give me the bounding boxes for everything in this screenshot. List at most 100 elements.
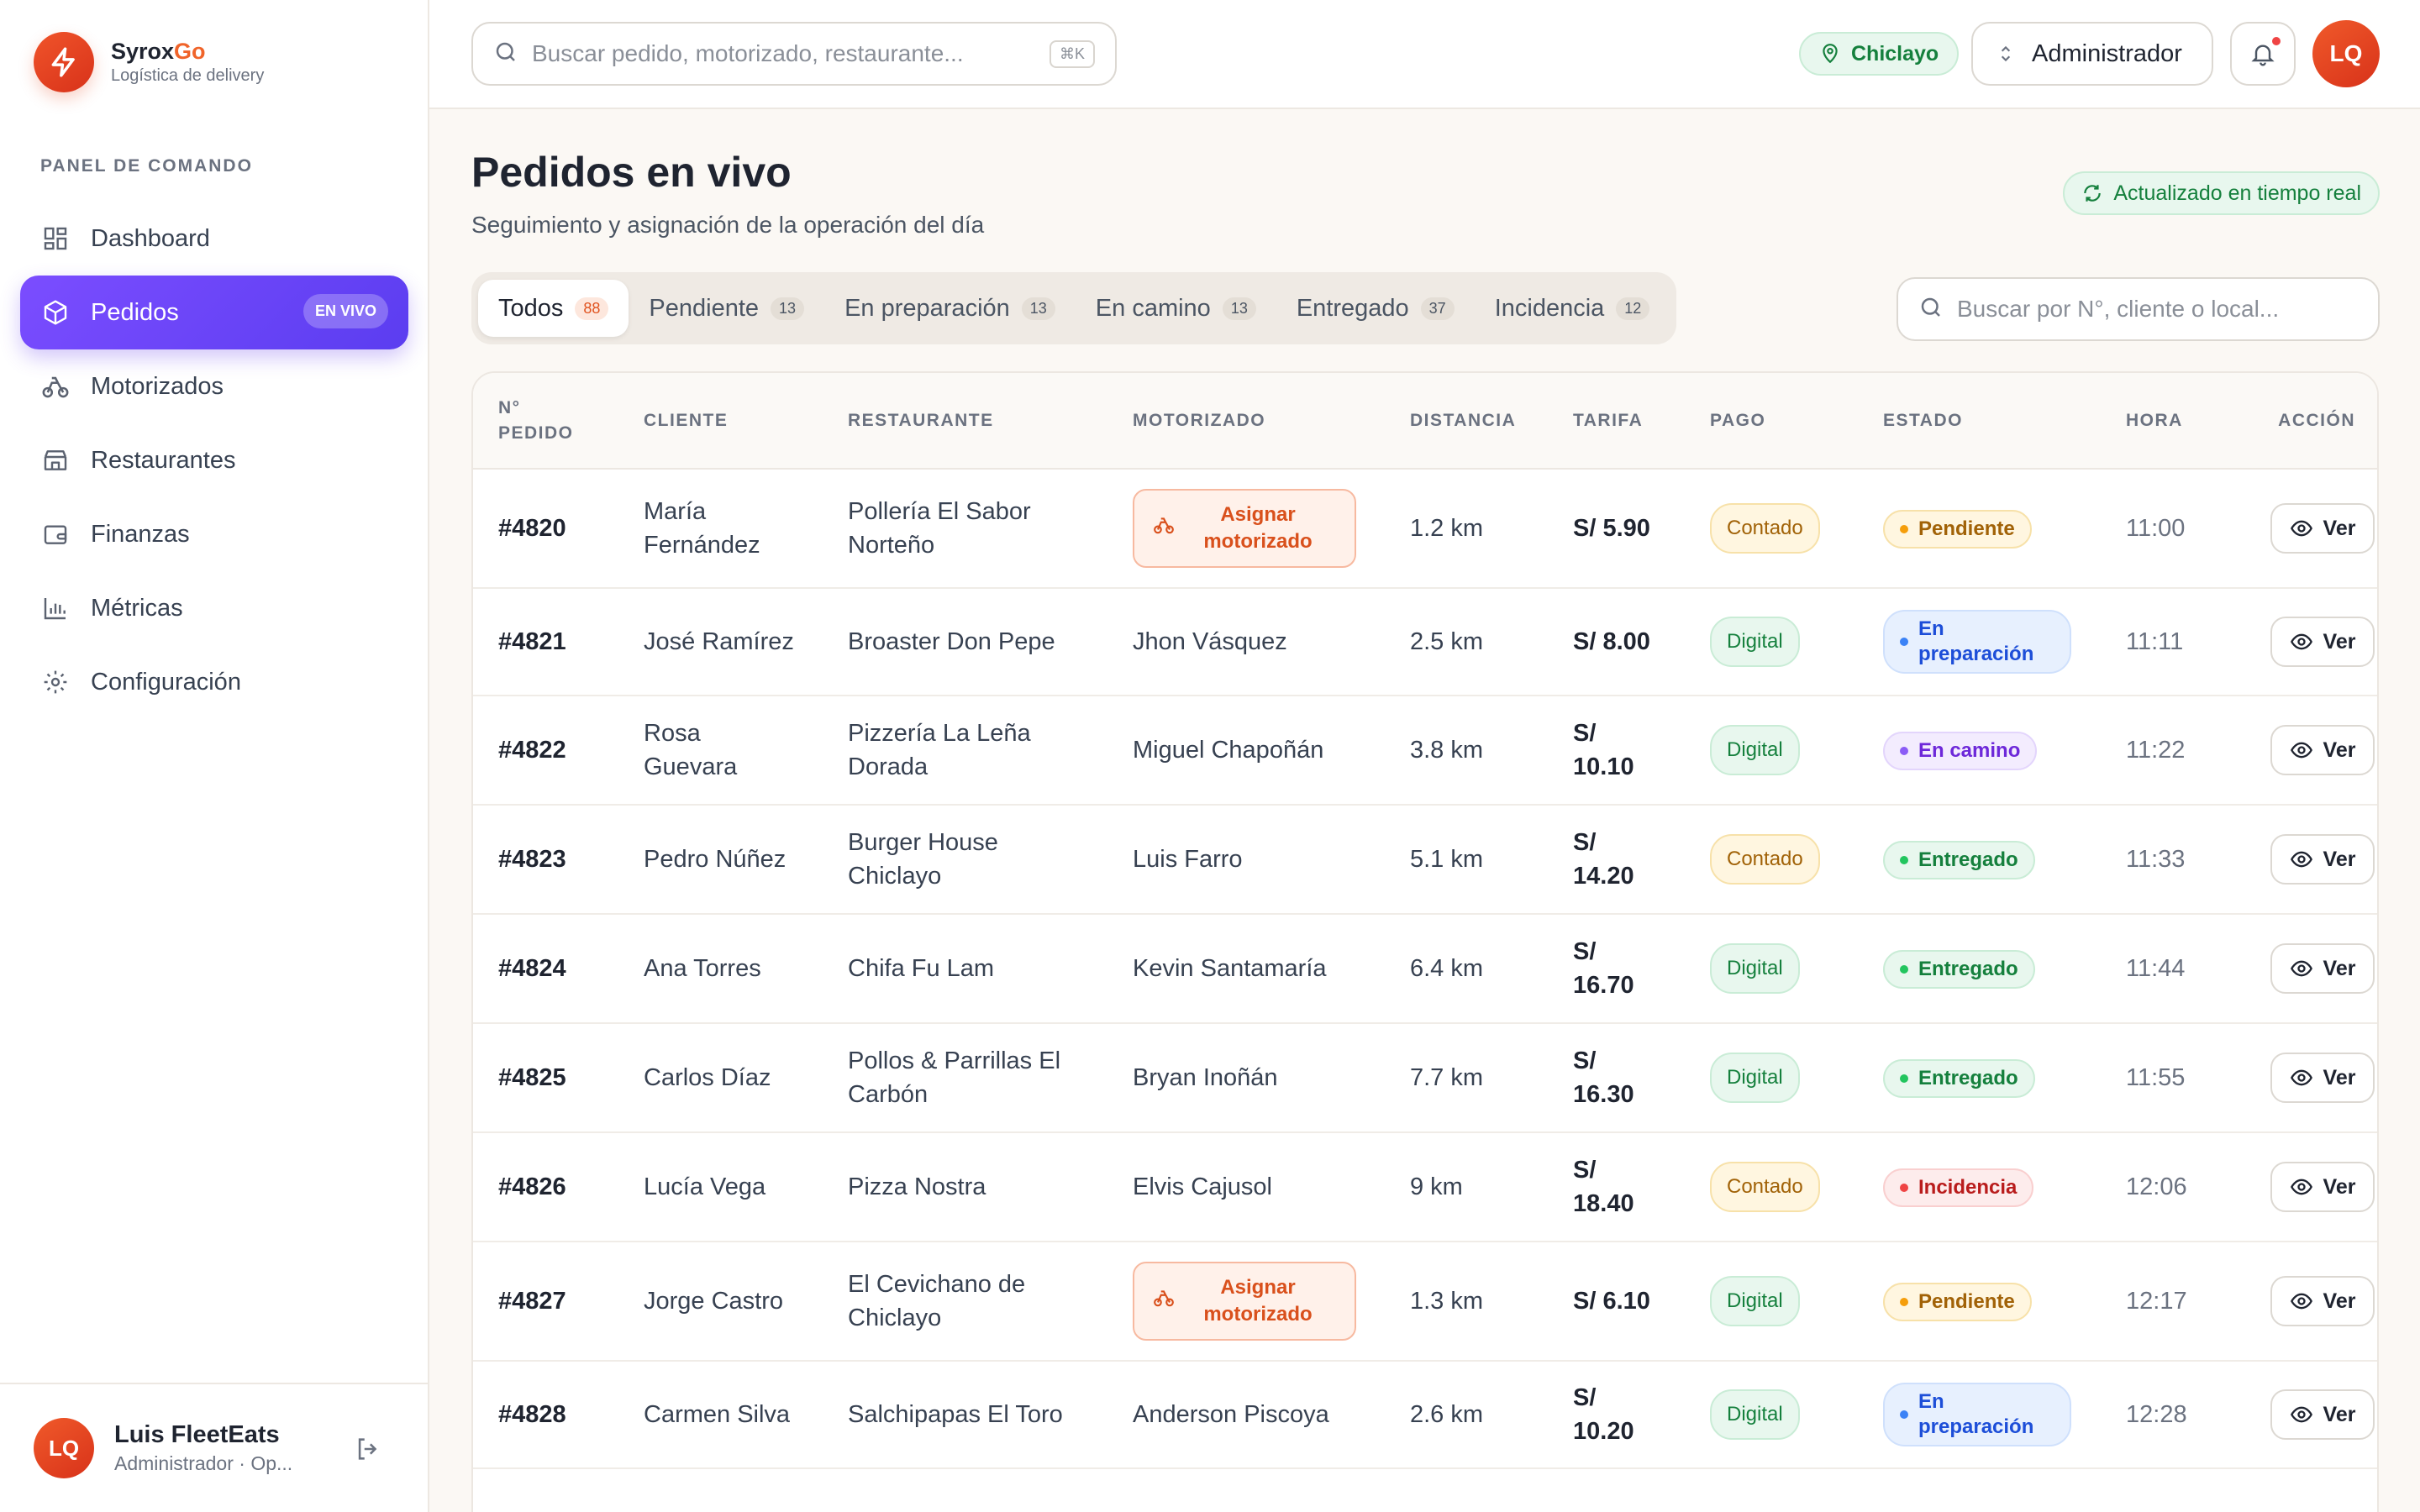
notification-dot — [2270, 35, 2282, 47]
view-order-button[interactable]: Ver — [2270, 503, 2375, 554]
eye-icon — [2290, 520, 2312, 537]
view-order-button[interactable]: Ver — [2270, 943, 2375, 994]
notifications-button[interactable] — [2230, 22, 2296, 86]
tab-en-camino[interactable]: En camino 13 — [1076, 280, 1276, 337]
grid-icon — [40, 223, 71, 254]
avatar[interactable]: LQ — [2312, 20, 2380, 87]
sidebar-item-dashboard[interactable]: Dashboard — [20, 202, 408, 276]
refresh-icon — [2084, 185, 2102, 202]
order-number: #4827 — [473, 1242, 618, 1362]
tab-count: 13 — [1222, 297, 1256, 320]
orders-search[interactable] — [1897, 277, 2380, 341]
status-cell: Entregado — [1858, 914, 2101, 1024]
main-content: ⌘K Chiclayo Administrador LQ Pedidos en … — [429, 0, 2420, 1512]
view-order-button[interactable]: Ver — [2270, 1389, 2375, 1440]
restaurant-name: Pizza Nostra — [823, 1132, 1107, 1242]
table-row[interactable]: #4827 Jorge Castro El Cevichano de Chiclay… — [473, 1242, 2377, 1362]
rider-cell: Asignar motorizado — [1107, 1242, 1385, 1362]
view-label: Ver — [2323, 738, 2356, 762]
assign-rider-button[interactable]: Asignar motorizado — [1133, 489, 1356, 568]
payment-badge: Contado — [1710, 834, 1820, 885]
fare: S/ 5.90 — [1548, 469, 1685, 589]
distance: 7.7 km — [1385, 1023, 1548, 1133]
tab-pendiente[interactable]: Pendiente 13 — [629, 280, 824, 337]
global-search-input[interactable] — [532, 40, 1050, 67]
orders-search-input[interactable] — [1957, 296, 2378, 323]
city-badge[interactable]: Chiclayo — [1799, 32, 1960, 76]
shortcut-hint: ⌘K — [1049, 39, 1095, 68]
sidebar-item-configuracion[interactable]: Configuración — [20, 645, 408, 719]
table-row[interactable]: #4821 José Ramírez Broaster Don Pepe Jhon V… — [473, 588, 2377, 696]
column-header: TARIFA — [1548, 373, 1685, 470]
rider-cell: Luis Farro — [1107, 805, 1385, 915]
brand-name: SyroxGo — [111, 39, 206, 64]
restaurant-name: Pizzería La Leña Dorada — [823, 696, 1107, 806]
status-badge: En preparación — [1883, 1383, 2071, 1446]
view-order-button[interactable]: Ver — [2270, 1162, 2375, 1212]
bike-icon — [1153, 514, 1175, 543]
payment-cell: Digital — [1685, 1361, 1858, 1469]
sidebar-nav: Dashboard Pedidos EN VIVO Motorizados Re… — [20, 202, 408, 719]
order-number: #4826 — [473, 1132, 618, 1242]
sidebar-item-restaurantes[interactable]: Restaurantes — [20, 423, 408, 497]
status-cell: Incidencia — [1858, 1132, 2101, 1242]
table-row[interactable]: #4820 María Fernández Pollería El Sabor No… — [473, 469, 2377, 589]
order-time: 11:55 — [2101, 1023, 2245, 1133]
table-row[interactable]: #4825 Carlos Díaz Pollos & Parrillas El Ca… — [473, 1023, 2377, 1133]
view-label: Ver — [2323, 1289, 2356, 1313]
restaurant-name: Chifa Fu Lam — [823, 914, 1107, 1024]
tab-entregado[interactable]: Entregado 37 — [1276, 280, 1475, 337]
status-cell: En preparación — [1858, 588, 2101, 696]
rider-cell: Jhon Vásquez — [1107, 588, 1385, 696]
distance: 9 km — [1385, 1132, 1548, 1242]
column-header: ESTADO — [1858, 373, 2101, 470]
sidebar-item-finanzas[interactable]: Finanzas — [20, 497, 408, 571]
client-name: Carlos Díaz — [618, 1023, 823, 1133]
column-header: PAGO — [1685, 373, 1858, 470]
fare: S/ 10.10 — [1548, 696, 1685, 806]
table-row[interactable]: #4822 Rosa Guevara Pizzería La Leña Dorada… — [473, 696, 2377, 806]
user-profile[interactable]: LQ Luis FleetEats Administrador · Op... — [0, 1383, 428, 1512]
status-badge: Entregado — [1883, 949, 2035, 989]
order-time: 11:00 — [2101, 469, 2245, 589]
status-dot — [1900, 1074, 1908, 1083]
payment-badge: Digital — [1710, 1389, 1800, 1440]
order-time: 11:22 — [2101, 696, 2245, 806]
eye-icon — [2290, 1069, 2312, 1086]
tab-todos[interactable]: Todos 88 — [478, 280, 629, 337]
tab-en-preparacion[interactable]: En preparación 13 — [824, 280, 1076, 337]
status-cell: En preparación — [1858, 1361, 2101, 1469]
search-icon — [493, 39, 518, 69]
view-order-button[interactable]: Ver — [2270, 725, 2375, 775]
table-row[interactable]: #4823 Pedro Núñez Burger House Chiclayo Lui… — [473, 805, 2377, 915]
logout-icon[interactable] — [354, 1435, 382, 1467]
tab-count: 12 — [1616, 297, 1650, 320]
box-icon — [40, 297, 71, 328]
order-number: #4824 — [473, 914, 618, 1024]
status-badge: Incidencia — [1883, 1168, 2034, 1207]
sidebar-item-pedidos[interactable]: Pedidos EN VIVO — [20, 276, 408, 349]
fare: S/ 10.20 — [1548, 1361, 1685, 1469]
table-row[interactable]: #4824 Ana Torres Chifa Fu Lam Kevin Santama… — [473, 914, 2377, 1024]
brand[interactable]: SyroxGo Logística de delivery — [34, 32, 264, 92]
tab-count: 13 — [771, 297, 805, 320]
status-dot — [1900, 964, 1908, 974]
table-row[interactable]: #4826 Lucía Vega Pizza Nostra Elvis Cajusol… — [473, 1132, 2377, 1242]
view-order-button[interactable]: Ver — [2270, 834, 2375, 885]
eye-icon — [2290, 633, 2312, 650]
view-order-button[interactable]: Ver — [2270, 1276, 2375, 1326]
eye-icon — [2290, 1406, 2312, 1423]
tab-incidencia[interactable]: Incidencia 12 — [1475, 280, 1670, 337]
view-order-button[interactable]: Ver — [2270, 617, 2375, 667]
status-cell: Entregado — [1858, 1023, 2101, 1133]
role-selector[interactable]: Administrador — [1971, 22, 2213, 86]
status-dot — [1900, 746, 1908, 755]
global-search[interactable]: ⌘K — [471, 22, 1117, 86]
view-order-button[interactable]: Ver — [2270, 1053, 2375, 1103]
table-row[interactable]: #4828 Carmen Silva Salchipapas El Toro Ande… — [473, 1361, 2377, 1469]
payment-badge: Digital — [1710, 943, 1800, 994]
sidebar-item-metricas[interactable]: Métricas — [20, 571, 408, 645]
sidebar-item-motorizados[interactable]: Motorizados — [20, 349, 408, 423]
action-cell: Ver — [2245, 805, 2377, 915]
assign-rider-button[interactable]: Asignar motorizado — [1133, 1262, 1356, 1341]
